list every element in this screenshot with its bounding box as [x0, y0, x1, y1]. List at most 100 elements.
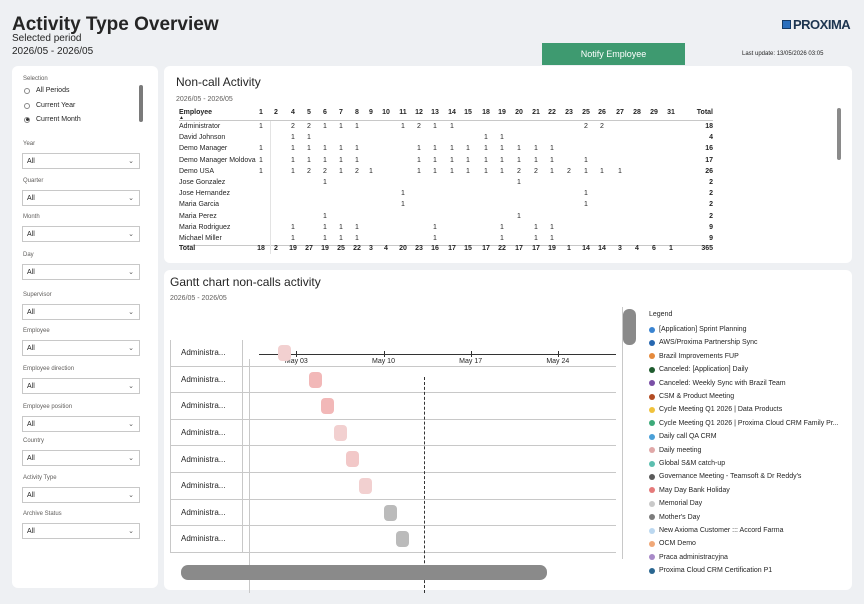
radio-label: All Periods [36, 87, 70, 94]
gantt-bar[interactable] [321, 398, 335, 415]
day-column-header[interactable]: 9 [363, 109, 379, 116]
day-column-header[interactable]: 21 [528, 109, 544, 116]
day-column-header[interactable]: 4 [285, 109, 301, 116]
gantt-bar[interactable] [308, 371, 322, 388]
day-column-header[interactable]: 10 [378, 109, 394, 116]
employee-position-value: All [27, 420, 35, 428]
gantt-bar[interactable] [333, 424, 347, 441]
legend-label: Canceled: [Application] Daily [659, 366, 749, 374]
matrix-cell: 2 [584, 123, 588, 130]
day-column-header[interactable]: 2 [268, 109, 284, 116]
day-column-header[interactable]: 5 [301, 109, 317, 116]
quarter-label: Quarter [23, 178, 44, 184]
year-dropdown[interactable]: All ⌄ [22, 153, 140, 169]
archive-status-dropdown[interactable]: All ⌄ [22, 523, 140, 539]
day-column-header[interactable]: 1 [253, 109, 269, 116]
day-column-header[interactable]: 19 [494, 109, 510, 116]
legend-item[interactable]: Daily call QA CRM [649, 433, 717, 440]
employee-direction-dropdown[interactable]: All ⌄ [22, 378, 140, 394]
legend-swatch [649, 567, 655, 574]
activity-type-value: All [27, 491, 35, 499]
matrix-cell: 2 [307, 167, 311, 175]
total-column-header[interactable]: Total [689, 109, 713, 116]
legend-item[interactable]: Memorial Day [649, 500, 702, 507]
radio-current-year[interactable]: Current Year [24, 102, 75, 109]
gantt-row-label: Administra... [170, 473, 243, 499]
legend-item[interactable]: Canceled: Weekly Sync with Brazil Team [649, 380, 786, 387]
legend-item[interactable]: Governance Meeting - Teamsoft & Dr Reddy… [649, 473, 801, 480]
legend-item[interactable]: CSM & Product Meeting [649, 393, 734, 400]
matrix-row: Maria Garcia 1 1 2 [179, 201, 713, 212]
day-column-header[interactable]: 18 [478, 109, 494, 116]
gantt-bar[interactable] [277, 345, 291, 361]
day-column-header[interactable]: 14 [444, 109, 460, 116]
matrix-row: Jose Hernandez 1 1 2 [179, 190, 713, 201]
day-column-header[interactable]: 15 [460, 109, 476, 116]
matrix-cell: 23 [415, 245, 423, 253]
day-column-header[interactable]: 11 [395, 109, 411, 116]
legend-item[interactable]: Mother's Day [649, 514, 700, 521]
matrix-cell: 17 [482, 245, 490, 253]
legend-item[interactable]: Cycle Meeting Q1 2026 | Data Products [649, 406, 782, 413]
legend-item[interactable]: Daily meeting [649, 447, 701, 454]
country-dropdown[interactable]: All ⌄ [22, 450, 140, 466]
quarter-dropdown[interactable]: All ⌄ [22, 190, 140, 206]
day-column-header[interactable]: 31 [663, 109, 679, 116]
day-column-header[interactable]: 29 [646, 109, 662, 116]
employee-column-header[interactable]: Employee [179, 109, 212, 116]
month-dropdown[interactable]: All ⌄ [22, 226, 140, 242]
matrix-total-row: Total 18 2 19 27 19 25 22 3 4 20 23 16 17 15 17 22 17 17 19… [179, 245, 713, 256]
legend-item[interactable]: OCM Demo [649, 540, 696, 547]
matrix-cell: 1 [450, 167, 454, 175]
legend-item[interactable]: May Day Bank Holiday [649, 487, 730, 494]
day-column-header[interactable]: 23 [561, 109, 577, 116]
legend-item[interactable]: Cycle Meeting Q1 2026 | Proxima Cloud CR… [649, 420, 839, 427]
day-column-header[interactable]: 20 [511, 109, 527, 116]
gantt-bar[interactable] [383, 504, 397, 521]
legend-swatch [649, 433, 655, 440]
legend-item[interactable]: Brazil Improvements FUP [649, 353, 739, 360]
legend-item[interactable]: Proxima Cloud CRM Certification P1 [649, 567, 772, 574]
legend-item[interactable]: AWS/Proxima Partnership Sync [649, 339, 758, 346]
day-column-header[interactable]: 28 [629, 109, 645, 116]
matrix-cell: 19 [548, 245, 556, 253]
activity-type-label: Activity Type [23, 475, 57, 481]
day-column-header[interactable]: 6 [317, 109, 333, 116]
day-dropdown[interactable]: All ⌄ [22, 264, 140, 280]
today-marker-line [424, 377, 425, 593]
legend-item[interactable]: New Axioma Customer ::: Accord Farma [649, 527, 783, 534]
radio-all-periods[interactable]: All Periods [24, 87, 69, 94]
day-column-header[interactable]: 7 [333, 109, 349, 116]
employee-dropdown[interactable]: All ⌄ [22, 340, 140, 356]
day-column-header[interactable]: 22 [544, 109, 560, 116]
legend-label: CSM & Product Meeting [659, 393, 735, 400]
matrix-cell: 1 [484, 145, 488, 153]
activity-type-dropdown[interactable]: All ⌄ [22, 487, 140, 503]
legend-item[interactable]: Global S&M catch-up [649, 460, 725, 467]
matrix-scrollbar[interactable] [837, 108, 841, 160]
gantt-row: Administra... [170, 366, 616, 394]
chevron-down-icon: ⌄ [128, 455, 134, 462]
notify-employee-button[interactable]: Notify Employee [542, 43, 685, 65]
gantt-vertical-scrollbar[interactable] [623, 309, 636, 345]
legend-item[interactable]: [Application] Sprint Planning [649, 326, 747, 333]
day-column-header[interactable]: 25 [578, 109, 594, 116]
employee-position-dropdown[interactable]: All ⌄ [22, 416, 140, 432]
legend-item[interactable]: Praca administracyjna [649, 554, 728, 561]
radio-current-month[interactable]: Current Month [24, 116, 81, 123]
matrix-cell: 1 [484, 156, 488, 164]
gantt-bar[interactable] [395, 531, 409, 548]
matrix-column-divider [270, 121, 271, 254]
gantt-bar[interactable] [358, 478, 372, 494]
day-column-header[interactable]: 13 [427, 109, 443, 116]
gantt-bar[interactable] [346, 451, 360, 468]
gantt-horizontal-scrollbar[interactable] [181, 565, 547, 580]
day-label: Day [23, 252, 34, 258]
matrix-cell: 1 [291, 134, 295, 142]
legend-item[interactable]: Canceled: [Application] Daily [649, 366, 748, 373]
supervisor-dropdown[interactable]: All ⌄ [22, 304, 140, 320]
day-column-header[interactable]: 12 [411, 109, 427, 116]
day-column-header[interactable]: 26 [594, 109, 610, 116]
selection-scrollbar[interactable] [139, 85, 143, 122]
day-column-header[interactable]: 27 [612, 109, 628, 116]
